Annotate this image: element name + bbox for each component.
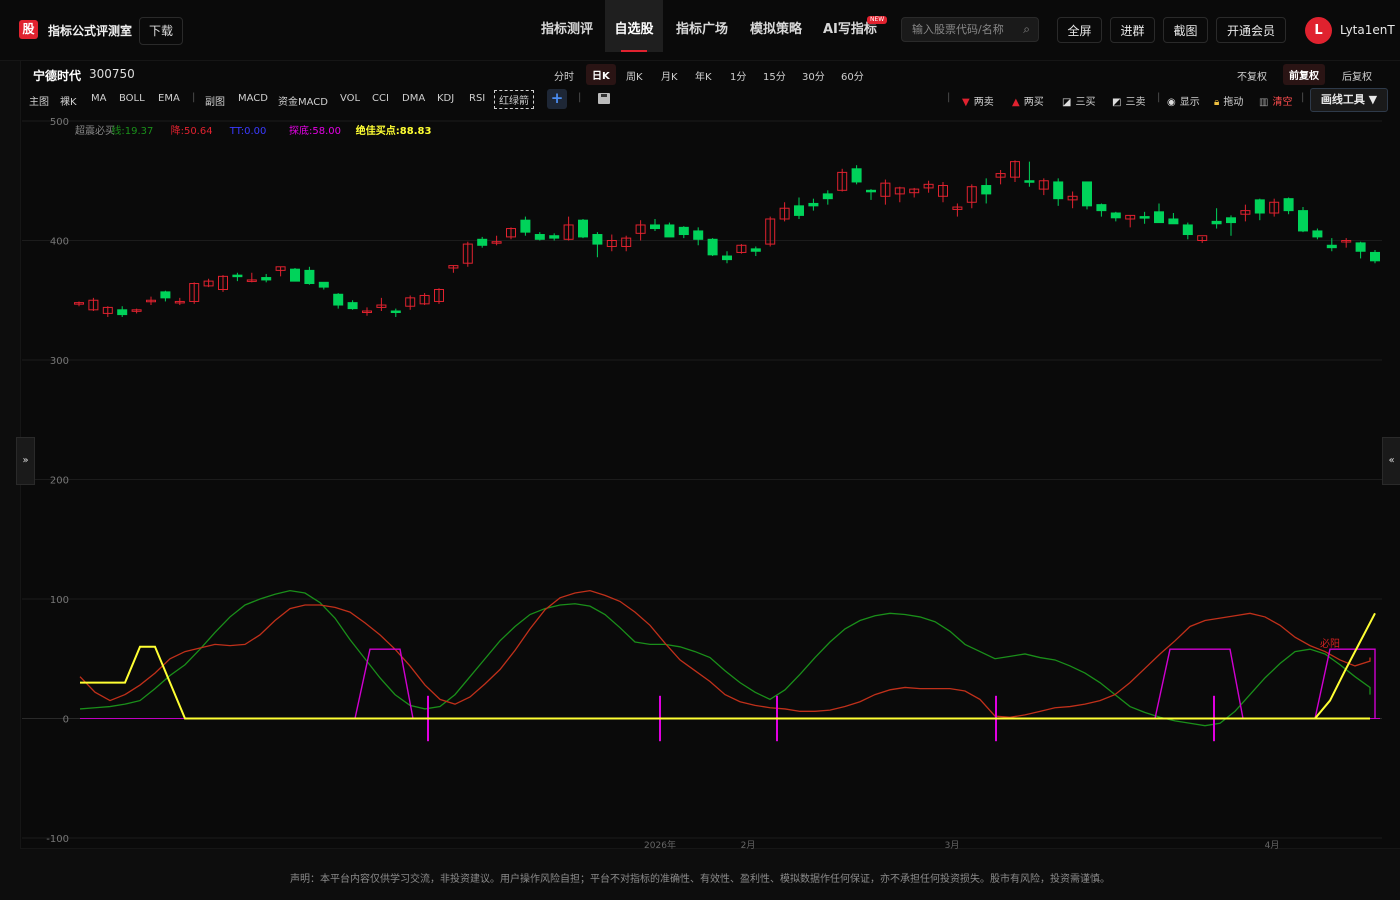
candle	[1053, 181, 1064, 200]
candle	[549, 235, 560, 239]
y-tick-label: 200	[50, 476, 69, 487]
y-tick-label: 100	[50, 595, 69, 606]
candle	[1298, 210, 1308, 232]
candle	[1110, 212, 1121, 219]
candle	[1096, 204, 1107, 212]
candle	[534, 234, 545, 240]
candle	[477, 238, 488, 246]
y-tick-label: 300	[50, 356, 69, 367]
candle	[1182, 224, 1193, 236]
y-tick-label: 400	[50, 237, 69, 248]
candle	[1283, 198, 1294, 212]
candle	[866, 189, 876, 193]
candle	[1024, 180, 1035, 183]
candle	[1226, 217, 1236, 224]
candle	[592, 234, 603, 245]
candle	[261, 277, 272, 281]
candle	[520, 219, 531, 233]
candle	[290, 268, 300, 282]
legend-entry: 降:50.64	[171, 124, 213, 137]
candle	[1370, 251, 1380, 262]
candle	[347, 302, 358, 310]
indicator-magenta-pulse	[1154, 648, 1244, 719]
candle	[318, 281, 329, 288]
legend-entry: TT:0.00	[229, 126, 267, 137]
x-tick-label: 4月	[1265, 840, 1280, 851]
y-tick-label: 500	[50, 117, 69, 128]
chart-annotation: 必阳	[1320, 637, 1340, 650]
candle	[693, 230, 704, 240]
candle	[851, 168, 862, 183]
candle	[1312, 230, 1323, 238]
candle	[722, 255, 732, 261]
candle	[1211, 220, 1222, 225]
candle	[1168, 218, 1179, 225]
legend-entry: 绝佳买点:88.83	[356, 124, 432, 137]
candle	[808, 202, 819, 207]
candle	[1139, 216, 1150, 219]
expand-left-button[interactable]: »	[16, 437, 35, 485]
legend-entry: 线:19.37	[111, 124, 153, 137]
candle	[232, 274, 243, 278]
candle	[822, 193, 833, 200]
x-tick-label: 2026年	[644, 839, 676, 851]
legend-entry: 超震必买	[75, 124, 115, 137]
indicator-red-line	[79, 589, 1371, 718]
y-tick-label: -100	[46, 834, 69, 845]
disclaimer: 声明：本平台内容仅供学习交流，非投资建议。用户操作风险自担；平台不对指标的准确性…	[290, 874, 1110, 885]
x-tick-label: 2月	[741, 840, 756, 851]
candle	[1326, 244, 1337, 249]
candle	[160, 291, 171, 299]
candle	[678, 226, 689, 236]
candle	[707, 238, 718, 256]
candle	[117, 309, 128, 316]
indicator-yellow-line	[80, 612, 1376, 720]
candle	[664, 224, 675, 238]
candle	[578, 219, 588, 238]
candlestick-chart[interactable]: 500 400 300 200 100 0 -100 2026年 2月 3月 4月 超震必买线:19.…	[0, 0, 1400, 900]
candle	[390, 310, 401, 314]
candle	[1355, 242, 1366, 252]
candle	[1154, 211, 1164, 224]
candle	[750, 248, 761, 252]
candle	[333, 293, 344, 306]
y-tick-label: 0	[63, 715, 69, 726]
candle	[1254, 199, 1265, 214]
candle	[304, 269, 315, 285]
candle	[650, 224, 660, 230]
indicator-green-line	[79, 589, 1371, 727]
candle	[1082, 181, 1092, 207]
candle	[794, 205, 804, 216]
legend-entry: 探底:58.00	[289, 124, 341, 137]
x-tick-label: 3月	[945, 840, 960, 851]
candle	[981, 185, 992, 195]
expand-right-button[interactable]: «	[1382, 437, 1400, 485]
